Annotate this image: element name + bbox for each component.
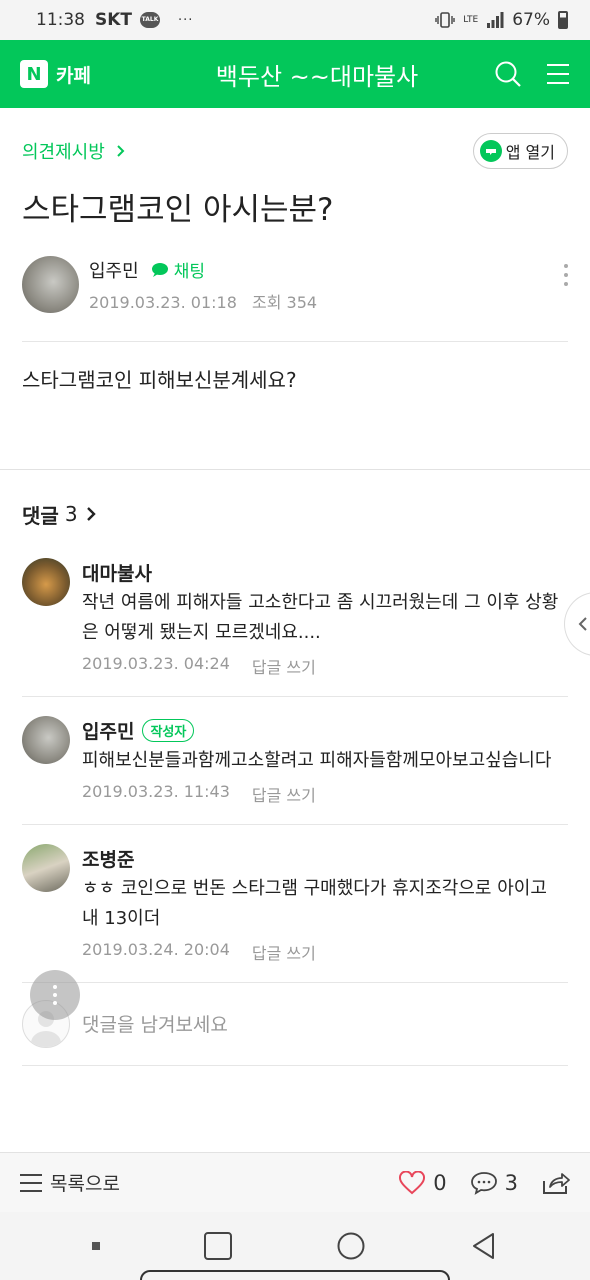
comment-count: 3 — [504, 1170, 518, 1195]
chevron-left-icon — [578, 617, 587, 631]
commenter-avatar[interactable] — [22, 716, 70, 764]
author-avatar[interactable] — [22, 256, 79, 313]
chat-bubble-icon — [151, 262, 168, 277]
chat-button[interactable]: 채팅 — [151, 257, 205, 282]
back-to-list-label: 목록으로 — [50, 1173, 120, 1195]
battery-icon — [558, 11, 568, 29]
like-count: 0 — [433, 1170, 447, 1195]
comments-header[interactable]: 댓글 3 — [22, 470, 568, 558]
commenter-name[interactable]: 입주민 — [82, 717, 134, 744]
commenter-name[interactable]: 조병준 — [82, 845, 134, 872]
comments-label: 댓글 — [22, 503, 59, 528]
post-section: 의견제시방 앱 열기 스타그램코인 아시는분? 입주민 채팅 2019.03.2… — [0, 108, 590, 469]
board-name: 의견제시방 — [22, 142, 105, 163]
comment-item: 입주민 작성자 피해보신분들과함께고소할려고 피해자들함께모아보고싶습니다 20… — [22, 716, 568, 825]
comment-text: 피해보신분들과함께고소할려고 피해자들함께모아보고싶습니다 — [82, 750, 552, 771]
board-link[interactable]: 의견제시방 — [22, 138, 127, 164]
home-icon[interactable] — [336, 1231, 366, 1261]
author-name[interactable]: 입주민 — [89, 257, 139, 283]
comment-date: 2019.03.24. 20:04 — [82, 940, 230, 959]
comments-count: 3 — [64, 502, 78, 526]
cafe-header: N 카페 백두산 ~~대마불사 — [0, 40, 590, 108]
network-type: LTE — [463, 15, 479, 25]
chevron-right-icon — [86, 507, 96, 521]
post-date: 2019.03.23. 01:18 — [89, 292, 237, 312]
recent-apps-icon[interactable] — [203, 1231, 233, 1261]
kakaotalk-icon: TALK — [140, 12, 161, 28]
bottom-action-bar: 목록으로 0 3 — [0, 1152, 590, 1212]
reply-button[interactable]: 답글 쓰기 — [252, 940, 316, 964]
chat-label: 채팅 — [173, 262, 205, 282]
comment-date: 2019.03.23. 11:43 — [82, 782, 230, 801]
comment-text: 작년 여름에 피해자들 고소한다고 좀 시끄러웠는데 그 이후 상황은 어떻게 … — [82, 592, 559, 643]
vibrate-icon — [435, 12, 455, 28]
post-body: 스타그램코인 피해보신분계세요? — [22, 368, 297, 392]
search-icon[interactable] — [494, 60, 522, 88]
comment-item: 대마불사 작년 여름에 피해자들 고소한다고 좀 시끄러웠는데 그 이후 상황은… — [22, 558, 568, 697]
like-button[interactable]: 0 — [399, 1170, 447, 1195]
battery-percent: 67% — [512, 10, 550, 30]
floating-more-button[interactable] — [30, 970, 80, 1020]
share-icon[interactable] — [542, 1171, 570, 1195]
cafe-name[interactable]: 백두산 ~~대마불사 — [140, 57, 494, 92]
nav-indicator-icon — [91, 1242, 100, 1250]
comment-write-row[interactable]: 댓글을 남겨보세요 — [22, 970, 568, 1066]
reply-button[interactable]: 답글 쓰기 — [252, 782, 316, 806]
open-app-button[interactable]: 앱 열기 — [472, 133, 568, 169]
open-app-label: 앱 열기 — [505, 143, 555, 162]
status-bar: 11:38 SKT TALK ··· LTE 67% — [0, 0, 590, 40]
status-time: 11:38 — [36, 10, 85, 30]
writer-badge: 작성자 — [142, 718, 195, 742]
cafe-app-icon — [479, 140, 502, 162]
post-title: 스타그램코인 아시는분? — [22, 192, 334, 228]
menu-icon[interactable] — [546, 62, 570, 86]
naver-logo-icon: N — [20, 60, 48, 88]
comment-icon — [470, 1171, 497, 1195]
status-carrier: SKT — [95, 10, 133, 30]
commenter-avatar[interactable] — [22, 558, 70, 606]
back-icon[interactable] — [469, 1231, 499, 1261]
comment-text: ㅎㅎ 코인으로 번돈 스타그램 구매했다가 휴지조각으로 아이고 내 13이더 — [82, 878, 547, 929]
more-options-icon[interactable] — [564, 264, 568, 286]
comments-section: 댓글 3 대마불사 작년 여름에 피해자들 고소한다고 좀 시끄러웠는데 그 이… — [0, 470, 590, 1066]
post-views: 조회 354 — [251, 292, 318, 312]
comment-item: 조병준 ㅎㅎ 코인으로 번돈 스타그램 구매했다가 휴지조각으로 아이고 내 1… — [22, 844, 568, 983]
commenter-name[interactable]: 대마불사 — [82, 559, 152, 586]
signal-icon — [487, 12, 504, 28]
comment-date: 2019.03.23. 04:24 — [82, 654, 230, 673]
heart-icon — [399, 1170, 426, 1194]
comment-input[interactable]: 댓글을 남겨보세요 — [82, 1010, 228, 1037]
reply-button[interactable]: 답글 쓰기 — [252, 654, 316, 678]
list-icon — [20, 1173, 42, 1192]
comment-button[interactable]: 3 — [470, 1170, 518, 1195]
cafe-label: 카페 — [56, 64, 91, 87]
chevron-right-icon — [116, 145, 124, 157]
commenter-avatar[interactable] — [22, 844, 70, 892]
post-author-row: 입주민 채팅 2019.03.23. 01:18 조회 354 — [22, 256, 568, 313]
gesture-handle[interactable] — [140, 1270, 450, 1280]
back-to-list-button[interactable]: 목록으로 — [20, 1169, 120, 1196]
notification-dots: ··· — [178, 12, 194, 28]
